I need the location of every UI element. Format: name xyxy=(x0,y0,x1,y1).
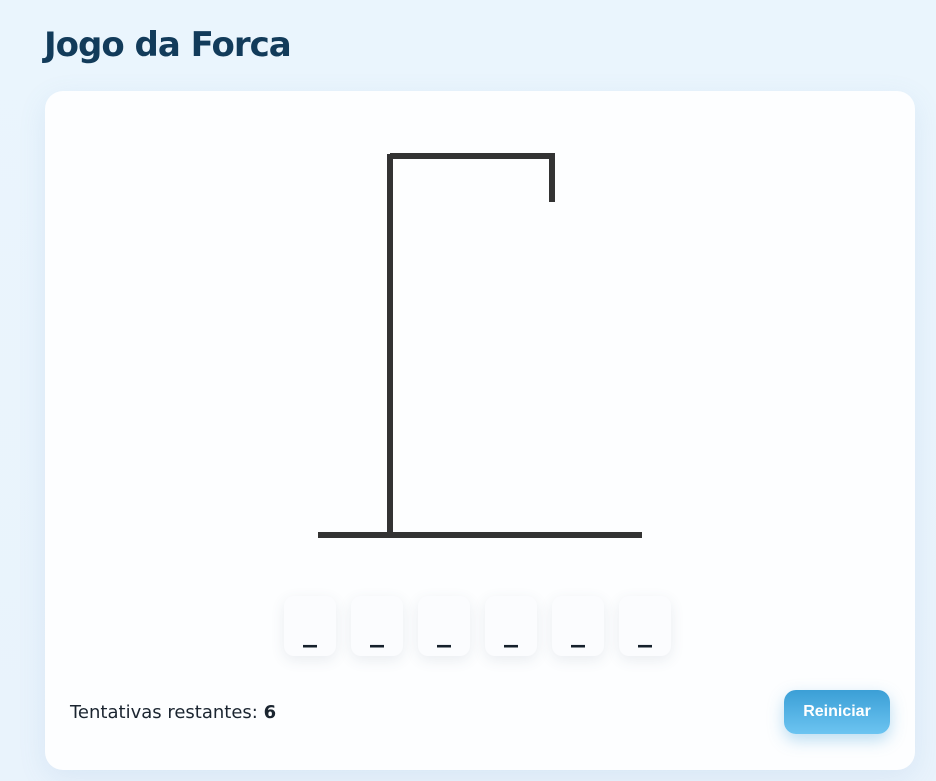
letter-slot: _ xyxy=(351,596,403,656)
attempts-label: Tentativas restantes: xyxy=(70,702,258,723)
restart-button[interactable]: Reiniciar xyxy=(784,690,890,734)
attempts-count: 6 xyxy=(263,702,277,723)
game-card: _ _ _ _ _ _ Tentativas restantes: 6 Rein… xyxy=(45,91,915,770)
letter-slot: _ xyxy=(418,596,470,656)
letter-slot: _ xyxy=(619,596,671,656)
letter-slot: _ xyxy=(284,596,336,656)
word-display: _ _ _ _ _ _ xyxy=(284,596,671,656)
letter-slot: _ xyxy=(552,596,604,656)
page-title: Jogo da Forca xyxy=(44,25,292,65)
attempts-status: Tentativas restantes: 6 xyxy=(70,702,276,723)
letter-slot: _ xyxy=(485,596,537,656)
gallows-icon xyxy=(318,153,642,538)
